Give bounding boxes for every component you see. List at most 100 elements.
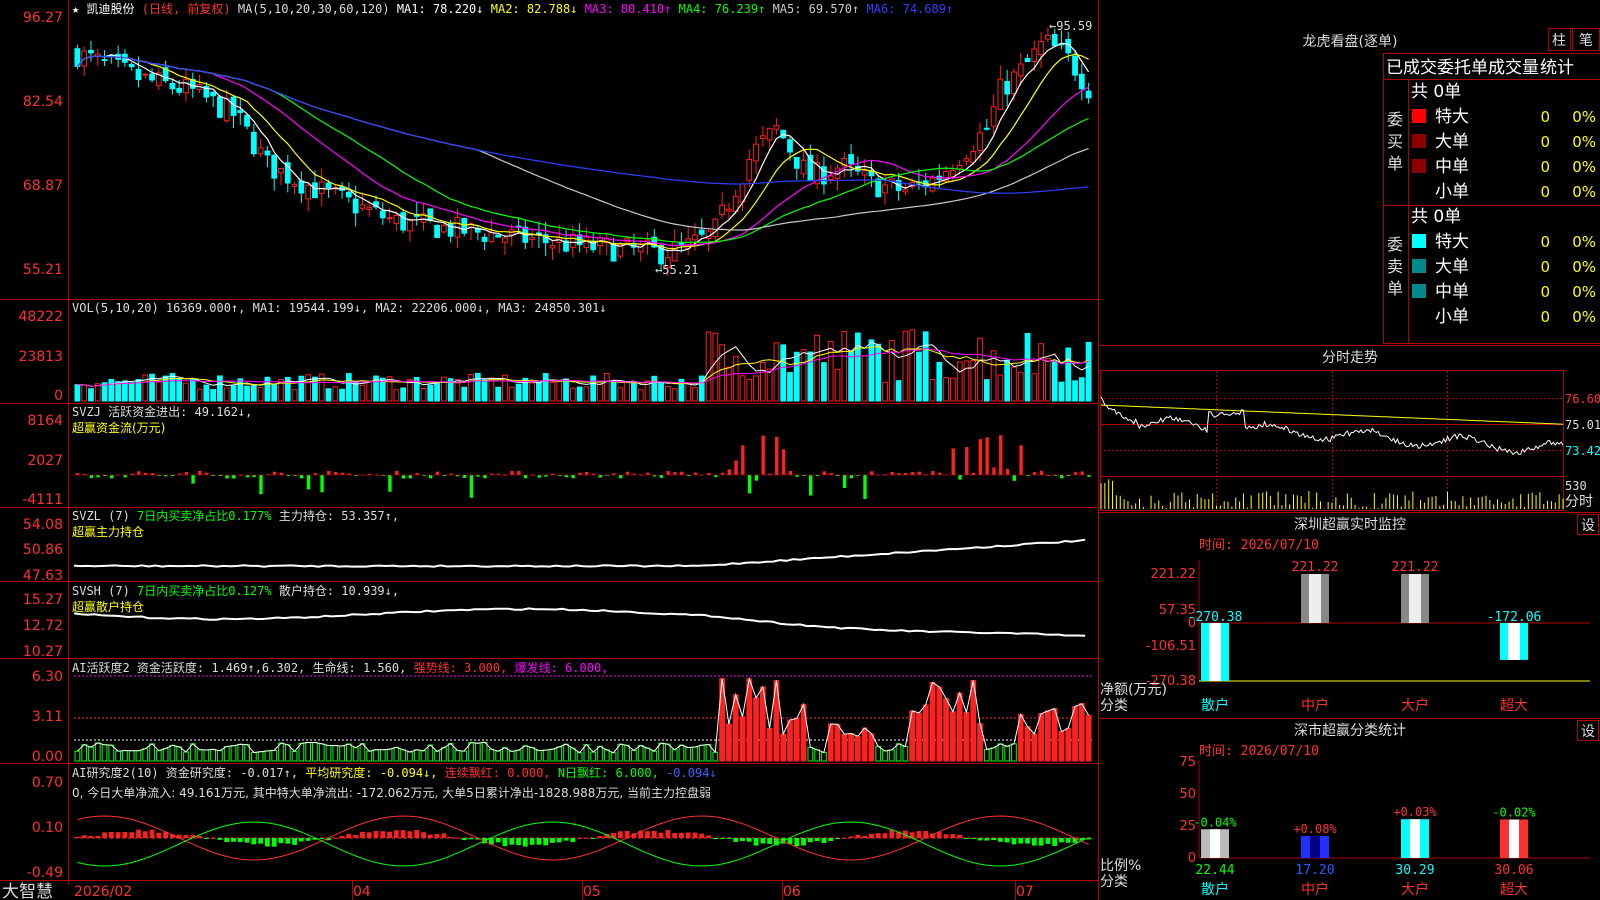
volume-bar	[929, 378, 936, 402]
svzj-bar	[109, 475, 114, 479]
svzj-bar	[388, 475, 392, 492]
volume-bar	[997, 374, 1004, 402]
ai-research-bar	[88, 835, 94, 838]
volume-bar	[400, 387, 407, 402]
ai-active-bar	[122, 750, 128, 762]
svzj-bar	[259, 475, 263, 495]
candle-body	[990, 106, 997, 127]
volume-bar	[359, 384, 366, 402]
ai-active-bar	[454, 750, 461, 762]
ai-active-bar	[1011, 743, 1017, 762]
ai-research-bar	[658, 832, 664, 838]
ai-research-bar	[298, 838, 304, 842]
candle-body	[461, 217, 468, 234]
volume-bar	[474, 372, 481, 402]
volume-bar	[800, 349, 807, 402]
ai-research-bar	[285, 838, 291, 844]
ai-active-bar	[1058, 731, 1065, 762]
svzj-tick: 8164	[27, 413, 63, 429]
ai-research-bar	[543, 838, 549, 846]
candle-body	[861, 170, 868, 176]
ai-research-bar	[1004, 838, 1010, 843]
ai-active-bar	[128, 750, 135, 762]
volume-bar	[291, 389, 298, 402]
ai-research-bar	[393, 830, 399, 838]
ai-active-bar	[814, 749, 821, 762]
volume-bar	[189, 378, 196, 402]
ai-research-bar	[203, 838, 209, 839]
ai-research-bar	[645, 831, 650, 838]
volume-bar	[773, 342, 780, 402]
ai-research-bar	[835, 838, 840, 839]
ai-active-bar	[88, 746, 94, 762]
svzj-bar	[306, 475, 311, 490]
svsh-tick: 10.27	[23, 644, 63, 660]
ai-active-bar	[637, 744, 644, 762]
ai-active-bar	[861, 727, 868, 762]
ma-line-2	[76, 53, 1089, 250]
ai-research-bar	[984, 838, 990, 841]
ai-research-bar	[1038, 838, 1044, 846]
volume-bar	[434, 382, 440, 402]
ai-research-bar	[292, 838, 297, 845]
ai-active-bar	[1031, 733, 1038, 762]
ai-research-header: AI研究度2(10) 资金研究度: -0.017↑, 平均研究度: -0.094…	[72, 765, 717, 780]
volume-bar	[624, 381, 630, 402]
svzl-subtitle: 超赢主力持仓	[72, 524, 144, 539]
ai-active-bar	[902, 745, 909, 762]
volume-bar	[895, 380, 902, 402]
ai-active-bar	[332, 745, 339, 762]
ai-active-bar	[753, 697, 759, 762]
ai-active-bar	[556, 746, 563, 762]
ai-research-bar	[400, 830, 406, 838]
ai-research-bar	[617, 831, 623, 838]
ai-research-bar	[502, 838, 508, 847]
candle-body	[176, 87, 183, 93]
main-chart-area[interactable]: 96.27 82.54 68.87 55.21 48222 23813 0 81…	[0, 0, 1600, 900]
ai-research-bar	[468, 838, 474, 840]
ai-research-tick: 0.70	[32, 775, 63, 791]
candle-body	[128, 63, 135, 68]
ai-active-bar	[284, 744, 291, 762]
candle-body	[549, 245, 556, 249]
volume-bar	[542, 373, 549, 402]
volume-bar	[861, 355, 868, 402]
ai-research-bar	[1065, 838, 1071, 843]
ai-active-tick: 3.11	[32, 709, 63, 725]
ai-active-bar	[888, 749, 895, 762]
panel-frames	[0, 0, 1099, 900]
svsh-subtitle: 超赢散户持仓	[72, 599, 144, 614]
x-axis-ticks	[352, 881, 1016, 900]
svzj-bar	[1005, 468, 1010, 475]
ai-active-bar	[291, 750, 298, 762]
ai-research-bar	[448, 837, 454, 839]
volume-bar	[196, 388, 203, 402]
ai-active-bar	[569, 747, 576, 762]
candle-body	[217, 96, 223, 118]
ai-research-bar	[237, 838, 243, 843]
svzj-bar	[225, 475, 229, 479]
volume-bar	[440, 376, 447, 402]
ai-active-bar	[956, 692, 963, 762]
volume-bar	[651, 375, 658, 402]
ai-active-bar	[149, 743, 155, 762]
volume-bar	[569, 387, 576, 402]
candle-body	[569, 233, 576, 248]
ai-active-bar	[603, 749, 610, 762]
ai-research-bar	[495, 838, 501, 843]
ai-research-bar	[665, 829, 671, 838]
ai-research-bar	[142, 831, 148, 838]
ma-params: MA(5,10,20,30,60,120)	[238, 2, 390, 16]
ai-active-bar	[352, 747, 359, 762]
svzj-bar	[822, 471, 826, 475]
ma-line-4	[76, 55, 1089, 243]
candle-body	[1078, 73, 1085, 90]
ai-research-bar	[224, 838, 230, 843]
ai-active-bar	[848, 733, 854, 762]
volume-bar	[339, 388, 345, 402]
ai-active-bar	[264, 750, 271, 762]
ai-research-bar	[597, 835, 603, 838]
ai-active-bar	[1051, 708, 1058, 762]
ai-active-bar	[631, 749, 637, 762]
volume-bar	[515, 383, 522, 402]
